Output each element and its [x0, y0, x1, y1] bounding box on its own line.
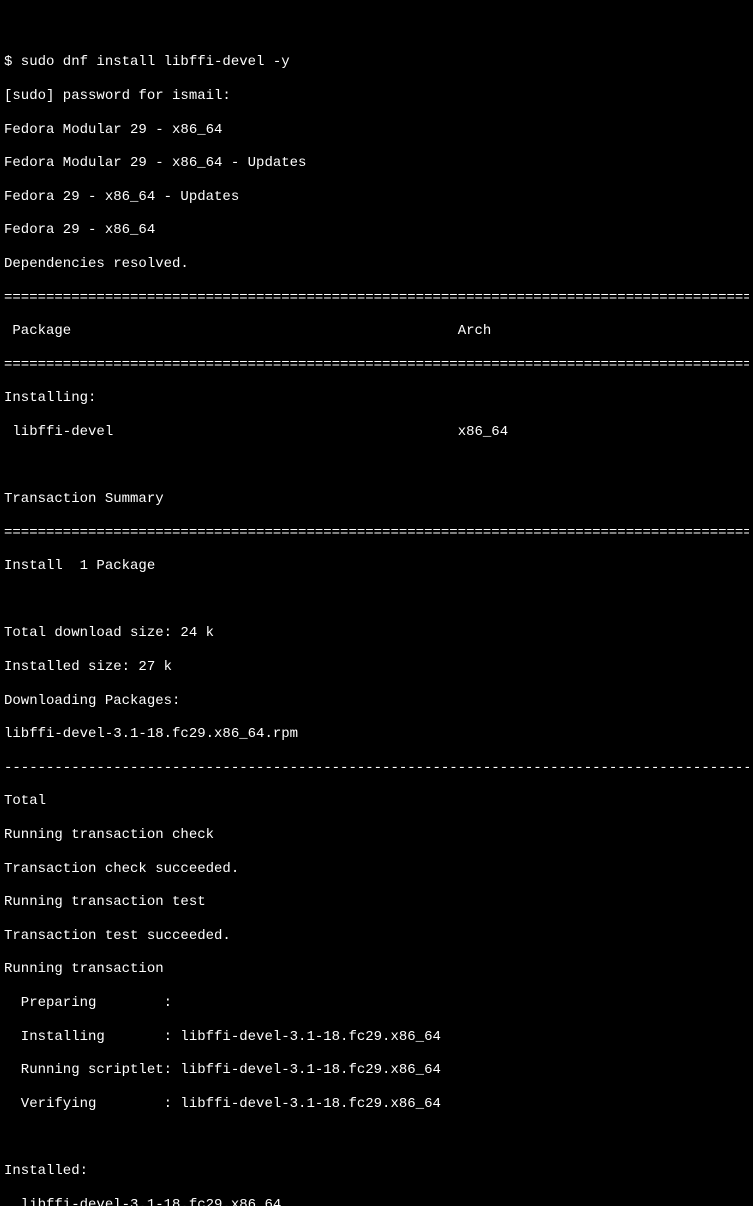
txn-check-ok: Transaction check succeeded.	[4, 861, 749, 878]
txn-test-run: Running transaction test	[4, 894, 749, 911]
divider-double: ========================================…	[4, 357, 749, 374]
step-verifying: Verifying : libffi-devel-3.1-18.fc29.x86…	[4, 1096, 749, 1113]
section-installing: Installing:	[4, 390, 749, 407]
download-size: Total download size: 24 k	[4, 625, 749, 642]
step-installing: Installing : libffi-devel-3.1-18.fc29.x8…	[4, 1029, 749, 1046]
sudo-prompt: [sudo] password for ismail:	[4, 88, 749, 105]
divider-double: ========================================…	[4, 290, 749, 307]
installed-pkg: libffi-devel-3.1-18.fc29.x86_64	[4, 1197, 749, 1206]
package-row: libffi-devel x86_64	[4, 424, 749, 441]
blank-line	[4, 1129, 749, 1146]
install-count: Install 1 Package	[4, 558, 749, 575]
col-package: Package	[4, 323, 71, 339]
txn-test-ok: Transaction test succeeded.	[4, 928, 749, 945]
repo-line: Fedora Modular 29 - x86_64 - Updates	[4, 155, 749, 172]
txn-run: Running transaction	[4, 961, 749, 978]
deps-resolved: Dependencies resolved.	[4, 256, 749, 273]
command-line: $ sudo dnf install libffi-devel -y	[4, 54, 749, 71]
pkg-arch: x86_64	[458, 424, 508, 440]
divider-double: ========================================…	[4, 525, 749, 542]
repo-line: Fedora 29 - x86_64 - Updates	[4, 189, 749, 206]
table-header: Package Arch	[4, 323, 749, 340]
step-scriptlet: Running scriptlet: libffi-devel-3.1-18.f…	[4, 1062, 749, 1079]
installed-label: Installed:	[4, 1163, 749, 1180]
repo-line: Fedora Modular 29 - x86_64	[4, 122, 749, 139]
txn-summary-label: Transaction Summary	[4, 491, 749, 508]
txn-check-run: Running transaction check	[4, 827, 749, 844]
col-arch: Arch	[458, 323, 492, 339]
blank-line	[4, 458, 749, 475]
total-line: Total	[4, 793, 749, 810]
divider-single: ----------------------------------------…	[4, 760, 749, 777]
blank-line	[4, 592, 749, 609]
repo-line: Fedora 29 - x86_64	[4, 222, 749, 239]
downloading-label: Downloading Packages:	[4, 693, 749, 710]
rpm-file: libffi-devel-3.1-18.fc29.x86_64.rpm	[4, 726, 749, 743]
installed-size: Installed size: 27 k	[4, 659, 749, 676]
pkg-name: libffi-devel	[4, 424, 113, 440]
step-preparing: Preparing :	[4, 995, 749, 1012]
